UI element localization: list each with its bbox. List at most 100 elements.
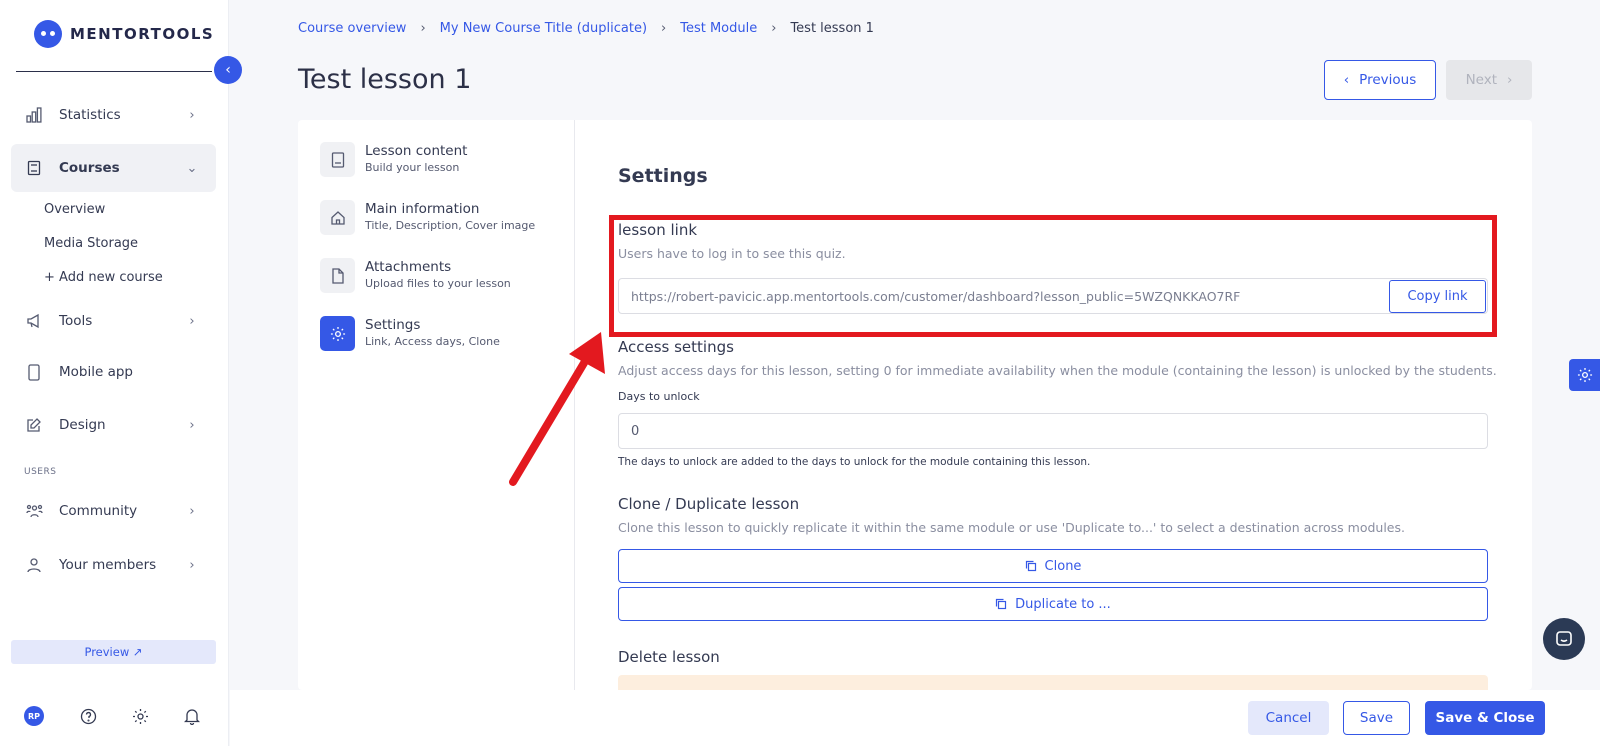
chevron-left-icon: ‹ [1343,72,1350,88]
step-subtitle: Title, Description, Cover image [365,219,536,232]
help-icon[interactable] [78,706,98,726]
sidebar-item-label: Mobile app [59,364,133,380]
previous-label: Previous [1359,72,1417,88]
chevron-right-icon: › [189,313,195,329]
sidebar-item-mobile-app[interactable]: Mobile app [11,348,216,396]
avatar[interactable]: RP [24,706,44,726]
sidebar-subitem-overview[interactable]: Overview [44,202,105,217]
floating-settings-button[interactable] [1569,359,1600,391]
clone-section-label: Clone / Duplicate lesson [618,495,800,513]
bell-icon[interactable] [182,706,202,726]
book-icon [25,159,43,177]
step-title: Settings [365,317,421,333]
clone-label: Clone [1044,558,1082,574]
sidebar-item-tools[interactable]: Tools › [11,297,216,345]
gear-icon[interactable] [130,706,150,726]
chat-support-button[interactable] [1543,618,1585,660]
page-title: Test lesson 1 [298,64,472,95]
days-to-unlock-note: The days to unlock are added to the days… [618,456,1091,468]
days-to-unlock-label: Days to unlock [618,390,700,403]
gear-icon [1577,367,1592,383]
collapse-sidebar-button[interactable]: ‹ [214,56,242,84]
sidebar-item-design[interactable]: Design › [11,401,216,449]
megaphone-icon [25,312,43,330]
user-icon [25,556,43,574]
sidebar-footer: RP [24,706,204,730]
sidebar-item-label: Community [59,503,138,519]
days-to-unlock-input[interactable]: 0 [618,413,1488,449]
access-settings-label: Access settings [618,338,734,356]
chevron-right-icon: › [189,557,195,573]
lesson-link-field[interactable]: https://robert-pavicic.app.mentortools.c… [618,278,1488,314]
step-title: Lesson content [365,143,468,159]
brand-logo[interactable]: MENTORTOOLS [34,20,214,48]
sidebar-item-label: Statistics [59,107,121,123]
sidebar-subitem-media-storage[interactable]: Media Storage [44,236,138,251]
section-label-users: USERS [24,467,57,477]
sidebar-item-your-members[interactable]: Your members › [11,541,216,589]
chevron-left-icon: ‹ [225,62,231,78]
chevron-right-icon: › [661,21,667,36]
chevron-down-icon: ⌄ [186,160,198,176]
breadcrumb-module[interactable]: Test Module [680,21,757,36]
next-button[interactable]: Next › [1446,60,1532,100]
copy-link-button[interactable]: Copy link [1389,279,1486,313]
breadcrumb-current: Test lesson 1 [790,21,874,36]
clone-section-help: Clone this lesson to quickly replicate i… [618,520,1405,535]
sidebar-item-label: Tools [59,313,93,329]
sidebar-item-label: Your members [59,557,157,573]
settings-title: Settings [618,165,708,187]
preview-button[interactable]: Preview ↗ [11,640,216,664]
step-attachments[interactable]: Attachments Upload files to your lesson [320,258,560,298]
step-main-information[interactable]: Main information Title, Description, Cov… [320,200,560,240]
step-subtitle: Link, Access days, Clone [365,335,500,348]
step-subtitle: Upload files to your lesson [365,277,511,290]
chevron-right-icon: › [1507,72,1513,88]
brand-name: MENTORTOOLS [70,25,215,43]
lesson-editor-card: Lesson content Build your lesson Main in… [298,120,1532,690]
breadcrumb-course-overview[interactable]: Course overview [298,21,406,36]
previous-button[interactable]: ‹ Previous [1324,60,1436,100]
copy-icon [1025,560,1036,572]
duplicate-to-button[interactable]: Duplicate to ... [618,587,1488,621]
next-label: Next [1465,72,1498,88]
breadcrumb-course[interactable]: My New Course Title (duplicate) [440,21,647,36]
chat-icon [1556,631,1572,646]
save-and-close-button[interactable]: Save & Close [1425,701,1545,735]
step-lesson-content[interactable]: Lesson content Build your lesson [320,142,560,182]
cancel-button[interactable]: Cancel [1248,701,1329,735]
chevron-right-icon: › [189,107,195,123]
delete-lesson-label: Delete lesson [618,648,720,666]
chevron-right-icon: › [189,503,195,519]
sidebar-subitem-add-new-course[interactable]: + Add new course [44,270,163,285]
breadcrumb: Course overview › My New Course Title (d… [298,21,874,36]
duplicate-label: Duplicate to ... [1015,596,1111,612]
access-settings-help: Adjust access days for this lesson, sett… [618,363,1497,378]
edit-icon [25,416,43,434]
lesson-link-value[interactable]: https://robert-pavicic.app.mentortools.c… [619,289,1389,304]
lesson-link-help: Users have to log in to see this quiz. [618,246,846,261]
file-icon [320,258,355,293]
community-icon [25,502,43,520]
annotation-highlight-box [609,215,1497,337]
sidebar-item-courses[interactable]: Courses ⌄ [11,144,216,192]
step-settings[interactable]: Settings Link, Access days, Clone [320,316,560,356]
bar-chart-icon [25,106,43,124]
step-title: Main information [365,201,480,217]
chevron-right-icon: › [771,21,777,36]
step-subtitle: Build your lesson [365,161,460,174]
sidebar-item-statistics[interactable]: Statistics › [11,91,216,139]
chevron-right-icon: › [189,417,195,433]
chevron-right-icon: › [420,21,426,36]
sidebar-item-label: Courses [59,160,120,176]
save-button[interactable]: Save [1343,701,1410,735]
book-icon [320,142,355,177]
card-divider [574,120,575,690]
logo-icon [34,20,62,48]
mobile-icon [25,363,43,381]
copy-icon [996,598,1007,610]
clone-button[interactable]: Clone [618,549,1488,583]
gear-icon [320,316,355,351]
sidebar-item-community[interactable]: Community › [11,487,216,535]
lesson-link-label: lesson link [618,221,698,239]
